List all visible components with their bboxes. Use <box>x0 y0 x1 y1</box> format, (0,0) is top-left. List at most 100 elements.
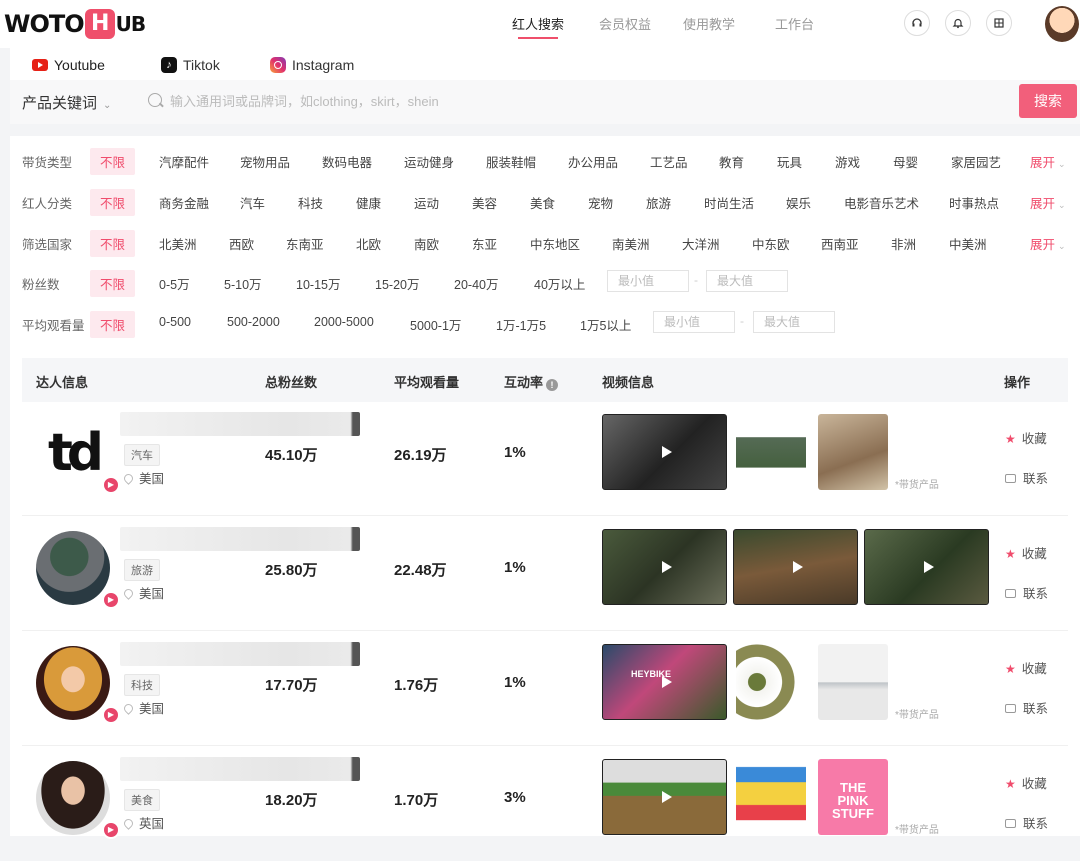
product-thumbnail[interactable] <box>818 414 888 490</box>
filter-option[interactable]: 家居园艺 <box>951 152 1001 171</box>
views-min-input[interactable] <box>653 311 735 333</box>
filter-option[interactable]: 2000-5000 <box>314 315 374 329</box>
brand-logo[interactable]: WOTO H UB <box>4 6 146 42</box>
filter-option[interactable]: 健康 <box>356 193 381 212</box>
grid-icon[interactable] <box>986 10 1012 36</box>
product-thumbnail[interactable] <box>736 644 806 720</box>
filter-option[interactable]: 工艺品 <box>650 152 688 171</box>
nav-workbench[interactable]: 工作台 <box>775 14 814 33</box>
views-max-input[interactable] <box>753 311 835 333</box>
filter-unlimited[interactable]: 不限 <box>90 230 136 257</box>
col-followers[interactable]: 总粉丝数 <box>265 372 317 391</box>
filter-option[interactable]: 玩具 <box>777 152 802 171</box>
avatar[interactable] <box>36 761 110 835</box>
avatar[interactable] <box>36 531 110 605</box>
filter-option[interactable]: 0-5万 <box>159 274 190 293</box>
filter-option[interactable]: 5000-1万 <box>410 315 461 334</box>
filter-option[interactable]: 母婴 <box>893 152 918 171</box>
filter-option[interactable]: 20-40万 <box>454 274 498 293</box>
filter-option[interactable]: 中美洲 <box>949 234 987 253</box>
nav-influencer-search[interactable]: 红人搜索 <box>512 14 564 39</box>
col-avg-views[interactable]: 平均观看量 <box>394 372 459 391</box>
tab-youtube[interactable]: Youtube <box>32 54 105 76</box>
influencer-name[interactable] <box>120 757 360 781</box>
filter-option[interactable]: 美食 <box>530 193 555 212</box>
filter-option[interactable]: 非洲 <box>891 234 916 253</box>
filter-option[interactable]: 宠物 <box>588 193 613 212</box>
video-thumbnail[interactable] <box>602 414 727 490</box>
filter-option[interactable]: 游戏 <box>835 152 860 171</box>
filter-option[interactable]: 北美洲 <box>159 234 197 253</box>
filter-option[interactable]: 中东欧 <box>752 234 790 253</box>
search-button[interactable]: 搜索 <box>1019 84 1077 118</box>
product-thumbnail[interactable] <box>736 759 806 835</box>
filter-option[interactable]: 时尚生活 <box>704 193 754 212</box>
filter-option[interactable]: 10-15万 <box>296 274 340 293</box>
video-thumbnail[interactable] <box>602 759 727 835</box>
favorite-button[interactable]: ★ 收藏 <box>1005 773 1047 792</box>
filter-option[interactable]: 东南亚 <box>286 234 324 253</box>
video-thumbnail[interactable] <box>864 529 989 605</box>
filter-option[interactable]: 西欧 <box>229 234 254 253</box>
filter-option[interactable]: 东亚 <box>472 234 497 253</box>
product-thumbnail[interactable] <box>736 414 806 490</box>
headset-icon[interactable] <box>904 10 930 36</box>
filter-option[interactable]: 40万以上 <box>534 274 585 293</box>
filter-option[interactable]: 办公用品 <box>568 152 618 171</box>
bell-icon[interactable] <box>945 10 971 36</box>
filter-option[interactable]: 西南亚 <box>821 234 859 253</box>
filter-option[interactable]: 北欧 <box>356 234 381 253</box>
filter-option[interactable]: 运动健身 <box>404 152 454 171</box>
filter-unlimited[interactable]: 不限 <box>90 148 136 175</box>
filter-option[interactable]: 服装鞋帽 <box>486 152 536 171</box>
filter-option[interactable]: 500-2000 <box>227 315 280 329</box>
favorite-button[interactable]: ★ 收藏 <box>1005 428 1047 447</box>
filter-option[interactable]: 中东地区 <box>530 234 580 253</box>
filter-option[interactable]: 南美洲 <box>612 234 650 253</box>
tab-tiktok[interactable]: ♪ Tiktok <box>161 54 220 76</box>
filter-option[interactable]: 1万-1万5 <box>496 315 546 334</box>
tab-instagram[interactable]: Instagram <box>270 54 354 76</box>
influencer-name[interactable] <box>120 642 360 666</box>
followers-max-input[interactable] <box>706 270 788 292</box>
filter-option[interactable]: 科技 <box>298 193 323 212</box>
expand-button[interactable]: 展开 ⌄ <box>1030 152 1066 171</box>
filter-option[interactable]: 15-20万 <box>375 274 419 293</box>
filter-option[interactable]: 汽车 <box>240 193 265 212</box>
filter-option[interactable]: 商务金融 <box>159 193 209 212</box>
favorite-button[interactable]: ★ 收藏 <box>1005 658 1047 677</box>
filter-unlimited[interactable]: 不限 <box>90 189 136 216</box>
influencer-name[interactable] <box>120 412 360 436</box>
product-thumbnail[interactable] <box>818 644 888 720</box>
filter-option[interactable]: 1万5以上 <box>580 315 631 334</box>
filter-option[interactable]: 旅游 <box>646 193 671 212</box>
filter-option[interactable]: 5-10万 <box>224 274 262 293</box>
avatar[interactable]: td <box>36 416 110 490</box>
filter-unlimited[interactable]: 不限 <box>90 270 136 297</box>
avatar[interactable] <box>36 646 110 720</box>
contact-button[interactable]: 联系 <box>1005 813 1048 832</box>
expand-button[interactable]: 展开 ⌄ <box>1030 234 1066 253</box>
contact-button[interactable]: 联系 <box>1005 468 1048 487</box>
product-thumbnail[interactable]: THE PINK STUFF <box>818 759 888 835</box>
contact-button[interactable]: 联系 <box>1005 698 1048 717</box>
user-avatar[interactable] <box>1045 6 1079 42</box>
filter-option[interactable]: 0-500 <box>159 315 191 329</box>
filter-option[interactable]: 运动 <box>414 193 439 212</box>
info-icon[interactable]: ! <box>546 379 559 391</box>
followers-min-input[interactable] <box>607 270 689 292</box>
influencer-name[interactable] <box>120 527 360 551</box>
filter-option[interactable]: 汽摩配件 <box>159 152 209 171</box>
filter-option[interactable]: 南欧 <box>414 234 439 253</box>
col-engagement[interactable]: 互动率! <box>504 372 559 391</box>
filter-option[interactable]: 时事热点 <box>949 193 999 212</box>
nav-membership[interactable]: 会员权益 <box>599 14 651 33</box>
filter-unlimited[interactable]: 不限 <box>90 311 136 338</box>
video-thumbnail[interactable]: HEYBIKE <box>602 644 727 720</box>
video-thumbnail[interactable] <box>733 529 858 605</box>
nav-tutorial[interactable]: 使用教学 <box>683 14 735 33</box>
filter-option[interactable]: 娱乐 <box>786 193 811 212</box>
filter-option[interactable]: 大洋洲 <box>682 234 720 253</box>
filter-option[interactable]: 美容 <box>472 193 497 212</box>
keyword-type-select[interactable]: 产品关键词 ⌄ <box>22 92 111 113</box>
